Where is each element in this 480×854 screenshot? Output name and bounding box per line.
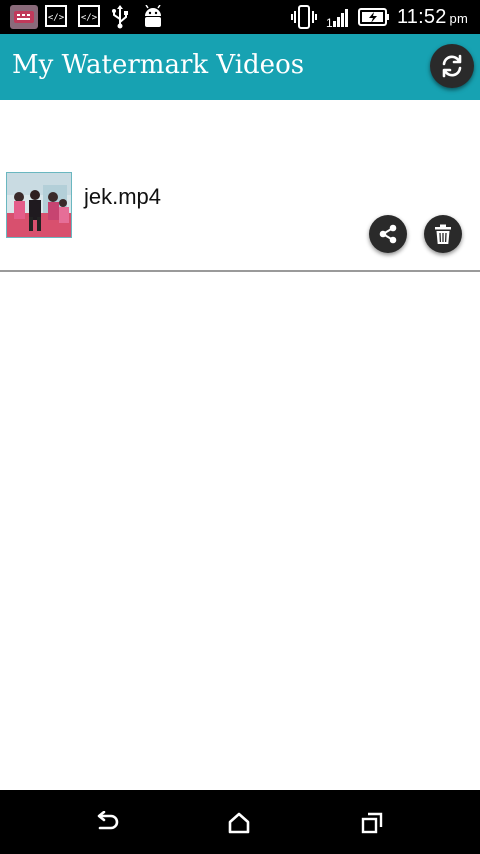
vibrate-icon bbox=[290, 5, 318, 34]
recent-apps-icon bbox=[361, 812, 383, 834]
page-title: My Watermark Videos bbox=[12, 50, 305, 80]
share-button[interactable] bbox=[369, 215, 407, 253]
video-thumbnail[interactable] bbox=[6, 172, 72, 238]
delete-button[interactable] bbox=[424, 215, 462, 253]
navigation-bar bbox=[0, 790, 480, 854]
back-icon bbox=[97, 811, 119, 830]
android-debug-icon bbox=[142, 4, 164, 34]
home-icon bbox=[228, 812, 250, 834]
battery-charging-icon bbox=[358, 8, 390, 31]
code-icon: </> bbox=[78, 5, 100, 32]
svg-text:</>: </> bbox=[81, 13, 98, 23]
video-file-name: jek.mp4 bbox=[84, 184, 162, 209]
share-icon bbox=[379, 224, 397, 244]
app-bar: My Watermark Videos bbox=[0, 34, 480, 100]
back-button[interactable] bbox=[86, 808, 126, 838]
svg-text:</>: </> bbox=[48, 13, 65, 23]
time-text: 11:52 bbox=[396, 6, 447, 28]
video-thumbnail-image bbox=[7, 173, 71, 237]
svg-text:1: 1 bbox=[326, 16, 333, 29]
list-item[interactable]: jek.mp4 bbox=[0, 100, 480, 272]
home-button[interactable] bbox=[219, 808, 259, 838]
refresh-icon bbox=[442, 54, 462, 78]
app-notification-icon bbox=[10, 5, 38, 34]
status-bar: </> </> 1 11:52 pm bbox=[0, 0, 480, 34]
trash-icon bbox=[435, 224, 451, 244]
recent-apps-button[interactable] bbox=[352, 808, 392, 838]
status-time: 11:52 pm bbox=[397, 6, 468, 29]
refresh-button[interactable] bbox=[430, 44, 474, 88]
usb-icon bbox=[110, 5, 130, 34]
signal-icon: 1 bbox=[326, 5, 352, 34]
code-icon: </> bbox=[45, 5, 67, 32]
time-ampm: pm bbox=[449, 11, 468, 26]
